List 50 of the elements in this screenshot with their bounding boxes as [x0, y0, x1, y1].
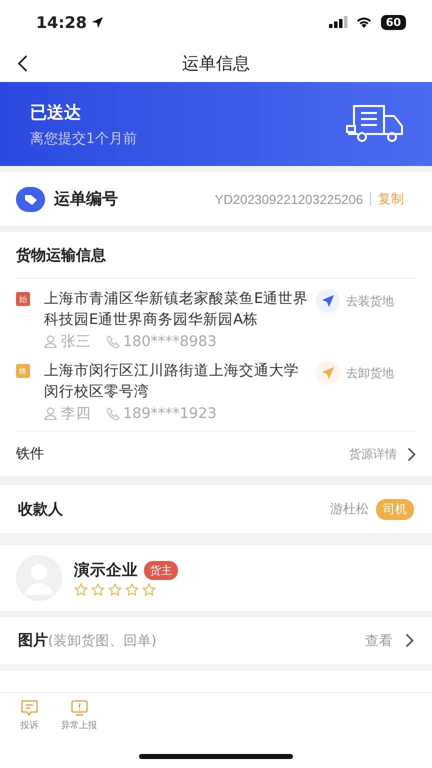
- truck-icon: [346, 104, 404, 144]
- star-icon: [91, 582, 105, 596]
- toolbar-button[interactable]: 投诉: [20, 699, 39, 732]
- star-icon: [125, 582, 139, 596]
- photos-note: (装卸货图、回单): [48, 632, 158, 650]
- contact-name: 张三: [61, 333, 91, 351]
- person-icon: [44, 335, 57, 348]
- star-icon: [108, 582, 122, 596]
- photos-label: 图片: [18, 631, 48, 650]
- status-text: 已送达: [30, 102, 82, 124]
- contact-name: 李四: [61, 405, 91, 423]
- copy-link[interactable]: 复制: [378, 190, 404, 208]
- signal-icon: [328, 16, 349, 28]
- person-icon: [44, 407, 57, 420]
- message-icon: [20, 699, 39, 716]
- waybill-label: 运单编号: [54, 188, 119, 210]
- battery-level: 60: [380, 14, 406, 30]
- stop-tag: 始: [16, 292, 30, 306]
- toolbar-button[interactable]: 异常上报: [61, 699, 97, 732]
- stop-tag: 终: [16, 364, 30, 378]
- payee-name: 游杜松: [330, 501, 369, 518]
- phone-icon: [107, 335, 120, 348]
- chevron-right-icon: [405, 633, 414, 648]
- payee-label: 收款人: [18, 500, 64, 518]
- location-arrow-icon: [90, 16, 104, 28]
- navigate-button[interactable]: 去卸货地: [316, 361, 394, 385]
- role-badge: 司机: [376, 498, 414, 520]
- navigate-button[interactable]: 去装货地: [316, 289, 394, 313]
- star-icon: [74, 582, 88, 596]
- status-subtitle: 离您提交1个月前: [30, 130, 138, 148]
- stop-address: 上海市闵行区江川路街道上海交通大学闵行校区零号湾: [44, 362, 300, 402]
- back-icon[interactable]: [17, 55, 28, 72]
- cargo-details-link[interactable]: 货源详情: [349, 446, 397, 462]
- goods-name: 铁件: [16, 445, 45, 463]
- contact-phone: 180****8983: [123, 334, 217, 350]
- wifi-icon: [354, 16, 373, 28]
- page-title: 运单信息: [182, 52, 250, 74]
- role-badge: 货主: [144, 560, 178, 580]
- tag-icon: [16, 186, 45, 212]
- stop-address: 上海市青浦区华新镇老家酸菜鱼E通世界科技园E通世界商务园华新园A栋: [44, 290, 310, 330]
- clock-time: 14:28: [36, 12, 87, 32]
- contact-phone: 189****1923: [123, 406, 217, 422]
- section-title: 货物运输信息: [16, 232, 416, 279]
- star-icon: [142, 582, 156, 596]
- waybill-number: YD202309221203225206: [214, 192, 363, 206]
- phone-icon: [107, 407, 120, 420]
- company-name: 演示企业: [74, 560, 138, 580]
- view-link[interactable]: 查看: [365, 632, 393, 650]
- alert-screen-icon: [70, 699, 88, 716]
- chevron-right-icon: [407, 446, 416, 462]
